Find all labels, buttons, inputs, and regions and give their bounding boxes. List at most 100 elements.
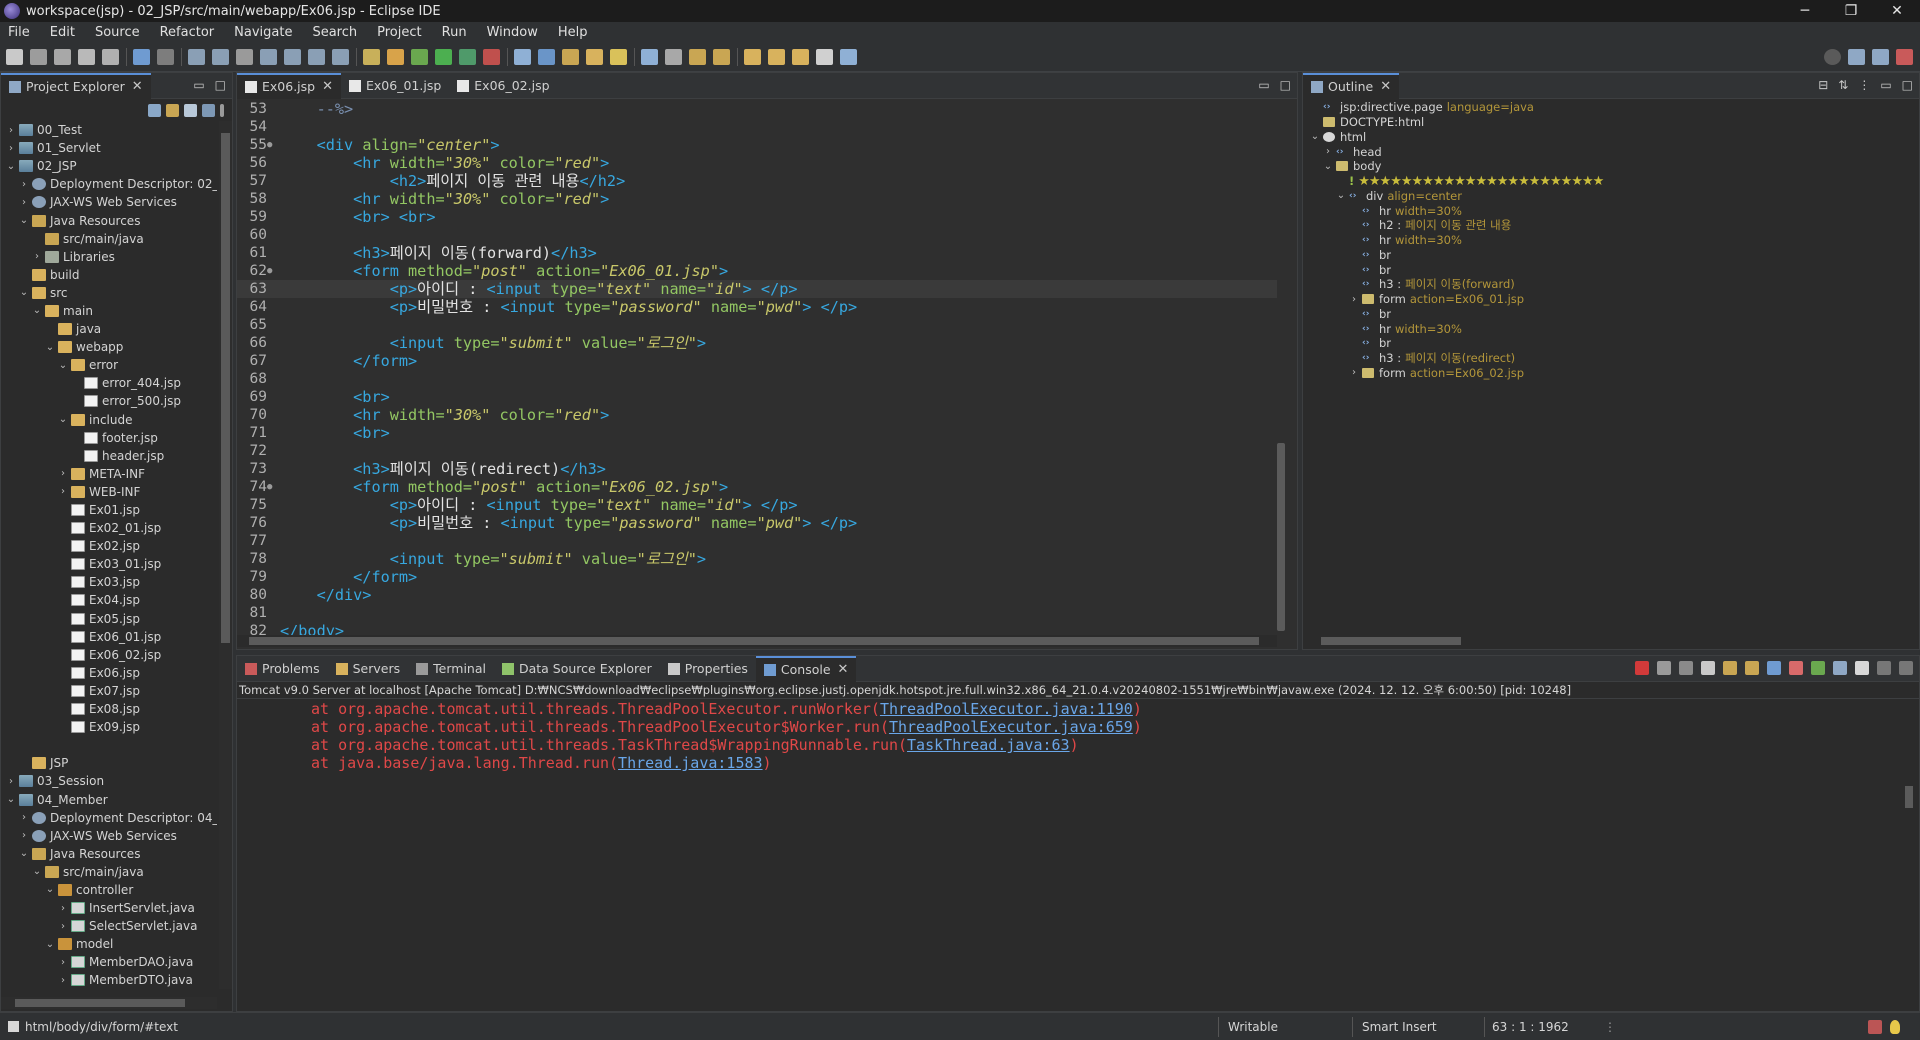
save-icon[interactable]	[30, 48, 47, 65]
scroll-thumb[interactable]	[1321, 637, 1461, 645]
outline-item[interactable]: DOCTYPE:html	[1303, 115, 1920, 130]
close-window-button[interactable]: ✕	[1874, 0, 1920, 22]
maximize-view-icon[interactable]: □	[215, 78, 226, 92]
code-line[interactable]: 77	[237, 532, 1277, 550]
collapse-all-icon[interactable]	[148, 103, 161, 117]
tree-item[interactable]: ⌄ src/main/java	[1, 863, 217, 881]
expanded-chevron-icon[interactable]: ⌄	[5, 794, 17, 805]
code-line[interactable]: 54	[237, 118, 1277, 136]
pin-console-icon[interactable]	[1811, 661, 1825, 675]
expanded-chevron-icon[interactable]: ⌄	[18, 287, 30, 298]
code-line[interactable]: 78 <input type="submit" value="로그인">	[237, 550, 1277, 568]
console-horizontal-scrollbar[interactable]	[237, 997, 1907, 1009]
outline-item[interactable]: ‹› br	[1303, 262, 1920, 277]
tree-item[interactable]: › Libraries	[1, 248, 217, 266]
tab-data-source-explorer[interactable]: Data Source Explorer	[494, 656, 660, 682]
expanded-chevron-icon[interactable]: ⌄	[1322, 161, 1334, 172]
word-wrap-icon[interactable]	[1745, 661, 1759, 675]
code-line[interactable]: 76 <p>비밀번호 : <input type="password" name…	[237, 514, 1277, 532]
previous-annotation-icon[interactable]	[713, 48, 730, 65]
filter-icon[interactable]	[184, 103, 197, 117]
code-line[interactable]: 60	[237, 226, 1277, 244]
tree-item[interactable]: JSP	[1, 754, 217, 772]
tree-item[interactable]: Ex06_02.jsp	[1, 646, 217, 664]
expanded-chevron-icon[interactable]: ⌄	[44, 342, 56, 353]
expanded-chevron-icon[interactable]: ⌄	[44, 939, 56, 950]
open-task-icon[interactable]	[610, 48, 627, 65]
tree-item[interactable]: footer.jsp	[1, 429, 217, 447]
tree-item[interactable]: › WEB-INF	[1, 483, 217, 501]
fold-marker-icon[interactable]: ●	[267, 262, 275, 280]
tree-item[interactable]: › 03_Session	[1, 772, 217, 790]
tree-item[interactable]: Ex07.jsp	[1, 682, 217, 700]
expanded-chevron-icon[interactable]: ⌄	[18, 848, 30, 859]
stack-frame-link[interactable]: ThreadPoolExecutor.java:1190	[880, 700, 1133, 718]
tab-properties[interactable]: Properties	[660, 656, 756, 682]
resume-icon[interactable]	[188, 48, 205, 65]
code-line[interactable]: 73 <h3>페이지 이동(redirect)</h3>	[237, 460, 1277, 478]
tree-item[interactable]: Ex02_01.jsp	[1, 519, 217, 537]
outline-item[interactable]: ‹› hr width=30%	[1303, 233, 1920, 248]
scroll-thumb[interactable]	[1905, 786, 1913, 808]
project-tree-horizontal-scrollbar[interactable]	[1, 997, 217, 1009]
expanded-chevron-icon[interactable]: ⌄	[44, 884, 56, 895]
expanded-chevron-icon[interactable]: ⌄	[31, 866, 43, 877]
tree-item[interactable]: ⌄ main	[1, 302, 217, 320]
jee-perspective-icon[interactable]	[1872, 48, 1889, 65]
outline-item[interactable]: ‹› jsp:directive.page language=java	[1303, 100, 1920, 115]
menu-help[interactable]: Help	[558, 25, 588, 40]
tree-item[interactable]: error_404.jsp	[1, 374, 217, 392]
code-line[interactable]: 70 <hr width="30%" color="red">	[237, 406, 1277, 424]
expanded-chevron-icon[interactable]: ⌄	[57, 414, 69, 425]
code-line[interactable]: 64 <p>비밀번호 : <input type="password" name…	[237, 298, 1277, 316]
outline-item[interactable]: ‹› br	[1303, 307, 1920, 322]
code-line[interactable]: 71 <br>	[237, 424, 1277, 442]
collapsed-chevron-icon[interactable]: ›	[5, 143, 17, 154]
outline-item[interactable]: ‹› h3 : 페이지 이동(forward)	[1303, 277, 1920, 292]
minimize-view-icon[interactable]: ▭	[1258, 78, 1269, 92]
menu-search[interactable]: Search	[312, 25, 357, 40]
console-output[interactable]: at org.apache.tomcat.util.threads.Thread…	[237, 700, 1897, 772]
tree-item[interactable]: › MemberDAO.java	[1, 953, 217, 971]
run-icon[interactable]	[435, 48, 452, 65]
expanded-chevron-icon[interactable]: ⌄	[1335, 190, 1347, 201]
collapsed-chevron-icon[interactable]: ›	[1348, 294, 1360, 305]
code-line[interactable]: 59 <br> <br>	[237, 208, 1277, 226]
outline-item[interactable]: ! ★★★★★★★★★★★★★★★★★★★★★★★	[1303, 174, 1920, 189]
code-line[interactable]: 57 <h2>페이지 이동 관련 내용</h2>	[237, 172, 1277, 190]
collapsed-chevron-icon[interactable]: ›	[18, 830, 30, 841]
stack-frame-link[interactable]: Thread.java:1583	[618, 754, 763, 772]
tree-item[interactable]: › JAX-WS Web Services	[1, 827, 217, 845]
tree-item[interactable]: › 01_Servlet	[1, 139, 217, 157]
debug-perspective-icon[interactable]	[1896, 48, 1913, 65]
sort-icon[interactable]: ⇅	[1838, 78, 1848, 92]
pin-editor-icon[interactable]	[816, 48, 833, 65]
tab-terminal[interactable]: Terminal	[408, 656, 494, 682]
code-editor[interactable]: 53 --%> 54 55 ● <div align="center"> 56 <hr …	[237, 100, 1277, 635]
outline-item[interactable]: ‹› br	[1303, 248, 1920, 263]
menu-edit[interactable]: Edit	[50, 25, 75, 40]
outline-item[interactable]: ‹› h3 : 페이지 이동(redirect)	[1303, 351, 1920, 366]
tree-item[interactable]: error_500.jsp	[1, 392, 217, 410]
link-with-editor-icon[interactable]	[166, 103, 179, 117]
tree-item[interactable]: › JAX-WS Web Services	[1, 193, 217, 211]
close-icon[interactable]: ✕	[322, 79, 333, 94]
code-line[interactable]: 53 --%>	[237, 100, 1277, 118]
tree-item[interactable]: › SelectServlet.java	[1, 917, 217, 935]
terminate-icon[interactable]	[236, 48, 253, 65]
tree-item[interactable]: › Deployment Descriptor: 04_Member	[1, 809, 217, 827]
tree-item[interactable]: › META-INF	[1, 465, 217, 483]
tree-item[interactable]: Ex05.jsp	[1, 610, 217, 628]
collapsed-chevron-icon[interactable]: ›	[1348, 367, 1360, 378]
code-line[interactable]: 81	[237, 604, 1277, 622]
outline-item[interactable]: › ‹› head	[1303, 144, 1920, 159]
tree-item[interactable]: Ex01.jsp	[1, 501, 217, 519]
outline-item[interactable]: ⌄ body	[1303, 159, 1920, 174]
new-class-icon[interactable]	[562, 48, 579, 65]
tree-item[interactable]: header.jsp	[1, 447, 217, 465]
code-line[interactable]: 67 </form>	[237, 352, 1277, 370]
status-menu-icon[interactable]: ⋮	[1604, 1020, 1616, 1034]
tab-servers[interactable]: Servers	[328, 656, 409, 682]
code-line[interactable]: 68	[237, 370, 1277, 388]
minimize-button[interactable]: ─	[1782, 0, 1828, 22]
